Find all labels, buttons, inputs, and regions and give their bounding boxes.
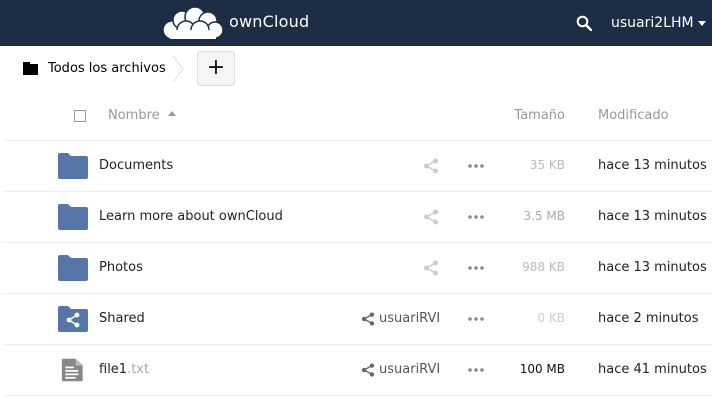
user-name: usuari2LHM [611, 15, 694, 31]
column-header-name-label: Nombre [108, 108, 160, 123]
file-name-text: Learn more about ownCloud [99, 209, 283, 224]
shared-with-user: usuariRVI [379, 362, 441, 377]
shared-folder-icon[interactable] [58, 306, 88, 332]
file-size: 100 MB [519, 362, 565, 376]
more-actions-icon[interactable] [467, 209, 485, 225]
file-name[interactable]: Photos [99, 260, 143, 275]
file-name-text: Photos [99, 260, 143, 275]
file-size: 988 KB [522, 260, 565, 274]
more-actions-icon[interactable] [467, 311, 485, 327]
file-name-text: Shared [99, 311, 145, 326]
file-name[interactable]: Documents [99, 158, 173, 173]
file-table-header: Nombre Tamaño Modificado [3, 91, 712, 141]
breadcrumb-label: Todos los archivos [48, 61, 166, 76]
user-menu[interactable]: usuari2LHM [611, 15, 706, 31]
breadcrumb-separator-icon [172, 55, 184, 83]
file-modified: hace 13 minutos [598, 158, 707, 173]
file-name[interactable]: Shared [99, 311, 145, 326]
table-row[interactable]: Learn more about ownCloud 3.5 MB hace 13… [3, 192, 712, 243]
file-name-text: file1 [99, 362, 128, 377]
new-file-button[interactable]: + [197, 51, 235, 86]
breadcrumb-home[interactable]: Todos los archivos [23, 61, 166, 76]
file-extension: .txt [127, 362, 150, 377]
more-actions-icon[interactable] [467, 260, 485, 276]
shared-with-user: usuariRVI [379, 311, 441, 326]
more-actions-icon[interactable] [467, 362, 485, 378]
file-modified: hace 13 minutos [598, 209, 707, 224]
select-all-checkbox[interactable] [74, 110, 86, 122]
sort-ascending-icon [167, 111, 176, 116]
file-size: 35 KB [529, 158, 565, 172]
table-row[interactable]: file1.txt usuariRVI 100 MB hace 41 minut… [3, 345, 712, 396]
folder-icon[interactable] [58, 204, 88, 230]
file-modified: hace 13 minutos [598, 260, 707, 275]
file-name[interactable]: Learn more about ownCloud [99, 209, 283, 224]
more-actions-icon[interactable] [467, 158, 485, 174]
file-size: 3.5 MB [523, 209, 565, 223]
file-modified: hace 41 minutos [598, 362, 707, 377]
column-header-size[interactable]: Tamaño [514, 108, 565, 123]
controls-bar: Todos los archivos + [3, 46, 712, 91]
share-icon[interactable] [423, 260, 439, 276]
owncloud-logo-icon[interactable] [162, 6, 224, 40]
share-icon[interactable] [423, 209, 439, 225]
share-icon [361, 311, 375, 326]
search-icon[interactable] [576, 15, 592, 31]
table-row[interactable]: Documents 35 KB hace 13 minutos [3, 141, 712, 192]
table-row[interactable]: Shared usuariRVI 0 KB hace 2 minutos [3, 294, 712, 345]
folder-icon[interactable] [58, 153, 88, 179]
share-icon [361, 362, 375, 377]
folder-icon [23, 62, 39, 75]
column-header-name[interactable]: Nombre [108, 108, 176, 123]
text-file-icon[interactable] [61, 356, 87, 384]
top-header: ownCloud usuari2LHM [0, 0, 712, 46]
table-row[interactable]: Photos 988 KB hace 13 minutos [3, 243, 712, 294]
file-name[interactable]: file1.txt [99, 362, 149, 377]
file-modified: hace 2 minutos [598, 311, 699, 326]
brand-name: ownCloud [229, 12, 310, 31]
share-icon[interactable] [423, 158, 439, 174]
shared-with-indicator[interactable]: usuariRVI [361, 362, 440, 377]
folder-icon[interactable] [58, 255, 88, 281]
shared-with-indicator[interactable]: usuariRVI [361, 311, 440, 326]
file-size: 0 KB [537, 311, 565, 325]
file-name-text: Documents [99, 158, 174, 173]
chevron-down-icon [697, 20, 706, 26]
column-header-modified[interactable]: Modificado [598, 108, 669, 123]
